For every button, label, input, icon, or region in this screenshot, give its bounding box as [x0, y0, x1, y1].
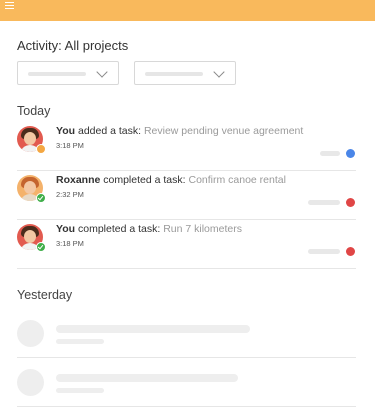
project-label-placeholder — [320, 151, 340, 156]
completed-check-icon — [36, 193, 46, 203]
activity-actor: You — [56, 223, 76, 235]
activity-text: You added a task: Review pending venue a… — [56, 125, 303, 137]
loading-placeholder-item — [17, 359, 356, 407]
dropdown-placeholder — [28, 72, 86, 76]
activity-item[interactable]: Roxanne completed a task: Confirm canoe … — [17, 171, 356, 220]
text-placeholder — [56, 374, 238, 382]
avatar-placeholder — [17, 369, 44, 396]
top-bar — [0, 0, 375, 21]
project-color-dot — [346, 198, 355, 207]
project-color-dot — [346, 247, 355, 256]
activity-item[interactable]: You completed a task: Run 7 kilometers 3… — [17, 220, 356, 269]
activity-action: added a task: — [75, 125, 144, 137]
activity-actor: Roxanne — [56, 174, 101, 186]
activity-action: completed a task: — [100, 174, 189, 186]
activity-text: Roxanne completed a task: Confirm canoe … — [56, 174, 286, 186]
user-filter-dropdown[interactable] — [134, 61, 236, 85]
project-color-dot — [346, 149, 355, 158]
project-label-placeholder — [308, 200, 340, 205]
activity-task-link[interactable]: Review pending venue agreement — [144, 125, 303, 137]
page-title: Activity: All projects — [17, 38, 129, 53]
activity-task-link[interactable]: Run 7 kilometers — [163, 223, 242, 235]
section-heading-yesterday: Yesterday — [17, 288, 73, 302]
activity-task-link[interactable]: Confirm canoe rental — [188, 174, 285, 186]
chevron-down-icon — [96, 66, 108, 78]
dropdown-placeholder — [145, 72, 203, 76]
text-placeholder — [56, 325, 250, 333]
activity-time: 2:32 PM — [56, 190, 84, 199]
loading-placeholder-item — [17, 310, 356, 358]
project-filter-dropdown[interactable] — [17, 61, 119, 85]
avatar-placeholder — [17, 320, 44, 347]
activity-text: You completed a task: Run 7 kilometers — [56, 223, 242, 235]
completed-check-icon — [36, 242, 46, 252]
activity-time: 3:18 PM — [56, 141, 84, 150]
activity-item[interactable]: You added a task: Review pending venue a… — [17, 122, 356, 171]
pending-status-icon — [36, 144, 46, 154]
project-label-placeholder — [308, 249, 340, 254]
activity-action: completed a task: — [75, 223, 164, 235]
chevron-down-icon — [213, 66, 225, 78]
activity-actor: You — [56, 125, 76, 137]
hamburger-menu-icon[interactable] — [5, 2, 14, 9]
activity-time: 3:18 PM — [56, 239, 84, 248]
text-placeholder — [56, 339, 104, 344]
section-heading-today: Today — [17, 104, 51, 118]
text-placeholder — [56, 388, 104, 393]
